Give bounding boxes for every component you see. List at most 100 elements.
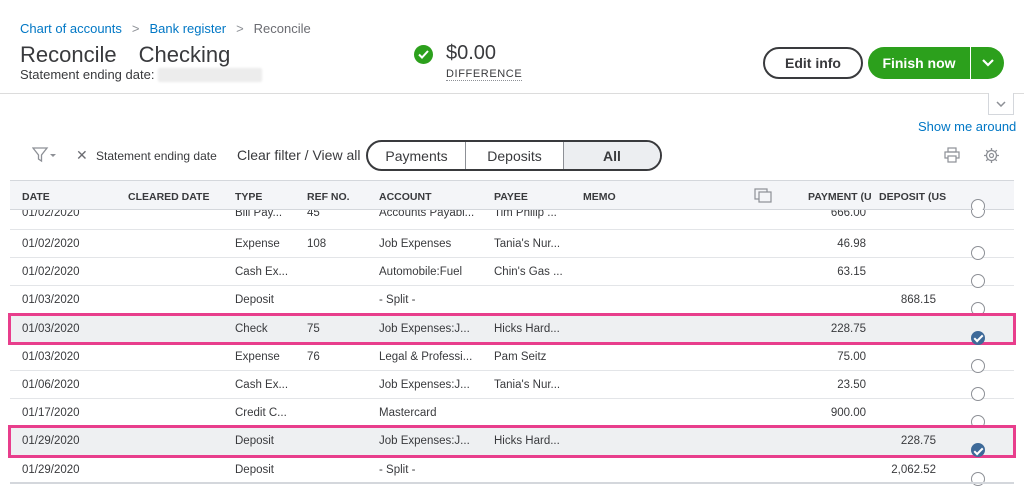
row-date: 01/03/2020 bbox=[22, 294, 80, 307]
finish-now-button[interactable]: Finish now bbox=[868, 47, 970, 79]
collapse-header-toggle[interactable] bbox=[988, 93, 1014, 115]
check-circle-icon bbox=[414, 45, 433, 64]
row-account: Job Expenses:J... bbox=[379, 435, 470, 448]
row-type: Check bbox=[235, 322, 268, 335]
table-body: 01/02/2020 Bill Pay... 45 Accounts Payabl..… bbox=[8, 210, 1016, 486]
transaction-type-toggle: Payments Deposits All bbox=[366, 140, 662, 171]
row-account: Legal & Professi... bbox=[379, 350, 473, 363]
row-payee: Tania's Nur... bbox=[494, 378, 561, 391]
row-account: Job Expenses:J... bbox=[379, 322, 470, 335]
row-account: Job Expenses bbox=[379, 238, 452, 250]
close-icon[interactable]: ✕ bbox=[76, 147, 88, 164]
tab-deposits[interactable]: Deposits bbox=[466, 142, 564, 169]
reconcile-table: DATE CLEARED DATE TYPE REF NO. ACCOUNT P… bbox=[8, 180, 1016, 486]
page-title: Reconcile Checking bbox=[20, 42, 230, 68]
column-cleared-date[interactable]: CLEARED DATE bbox=[128, 191, 209, 203]
table-row[interactable]: 01/03/2020 Expense 76 Legal & Professi... Pa… bbox=[10, 343, 1014, 373]
column-type[interactable]: TYPE bbox=[235, 191, 262, 203]
table-row[interactable]: 01/17/2020 Credit C... Mastercard 900.00 bbox=[10, 399, 1014, 430]
table-row[interactable]: 01/02/2020 Expense 108 Job Expenses Tania's … bbox=[10, 230, 1014, 260]
row-payment: 228.75 bbox=[830, 322, 866, 335]
breadcrumb-chart-of-accounts[interactable]: Chart of accounts bbox=[20, 21, 122, 36]
breadcrumb-current: Reconcile bbox=[253, 21, 311, 36]
row-date: 01/03/2020 bbox=[22, 322, 80, 335]
chevron-down-icon bbox=[981, 59, 994, 67]
row-type: Deposit bbox=[235, 463, 274, 476]
tab-payments[interactable]: Payments bbox=[368, 142, 466, 169]
cleared-checkbox[interactable] bbox=[971, 435, 985, 458]
row-date: 01/03/2020 bbox=[22, 350, 80, 363]
row-payment: 900.00 bbox=[830, 407, 866, 420]
table-row[interactable]: 01/03/2020 Check 75 Job Expenses:J... Hicks … bbox=[8, 312, 1016, 345]
account-name: Checking bbox=[138, 42, 231, 67]
column-date[interactable]: DATE bbox=[22, 191, 50, 203]
table-bottom-border bbox=[10, 482, 1014, 484]
row-date: 01/02/2020 bbox=[22, 238, 80, 250]
statement-ending-date-label: Statement ending date: bbox=[20, 67, 155, 82]
row-account: Accounts Payabl... bbox=[379, 210, 475, 219]
cleared-checkbox[interactable] bbox=[971, 323, 985, 345]
clear-filter-link[interactable]: Clear filter / View all bbox=[237, 147, 360, 163]
difference-amount: $0.00 bbox=[446, 42, 497, 64]
table-row[interactable]: 01/02/2020 Cash Ex... Automobile:Fuel Chin'… bbox=[10, 258, 1014, 289]
header-divider bbox=[0, 93, 1024, 94]
edit-info-button[interactable]: Edit info bbox=[763, 47, 863, 79]
filter-icon[interactable] bbox=[31, 146, 58, 164]
print-icon[interactable] bbox=[944, 147, 960, 168]
column-ref-no[interactable]: REF NO. bbox=[307, 191, 350, 203]
row-date: 01/02/2020 bbox=[22, 210, 80, 219]
show-me-around-link[interactable]: Show me around bbox=[918, 119, 1016, 134]
row-account: - Split - bbox=[379, 463, 416, 476]
chevron-down-icon bbox=[996, 100, 1006, 107]
row-type: Deposit bbox=[235, 294, 274, 307]
gear-icon[interactable] bbox=[983, 147, 1000, 169]
radio-icon bbox=[971, 210, 985, 218]
column-payment[interactable]: PAYMENT (U bbox=[808, 191, 872, 203]
table-row[interactable]: 01/29/2020 Deposit - Split - 2,062.52 bbox=[10, 456, 1014, 486]
row-ref-no: 45 bbox=[307, 210, 320, 219]
row-type: Expense bbox=[235, 350, 280, 363]
table-row[interactable]: 01/29/2020 Deposit Job Expenses:J... Hicks … bbox=[8, 425, 1016, 458]
breadcrumb-bank-register[interactable]: Bank register bbox=[149, 21, 226, 36]
row-date: 01/29/2020 bbox=[22, 435, 80, 448]
column-memo[interactable]: MEMO bbox=[583, 191, 616, 203]
row-type: Cash Ex... bbox=[235, 266, 289, 279]
tab-all[interactable]: All bbox=[564, 142, 660, 169]
row-payee: Pam Seitz bbox=[494, 350, 547, 363]
breadcrumb-separator: > bbox=[131, 21, 140, 36]
row-date: 01/06/2020 bbox=[22, 378, 80, 391]
column-deposit[interactable]: DEPOSIT (US bbox=[879, 191, 946, 203]
row-payee: Tim Philip ... bbox=[494, 210, 557, 219]
row-date: 01/17/2020 bbox=[22, 407, 80, 420]
column-payee[interactable]: PAYEE bbox=[494, 191, 528, 203]
breadcrumb: Chart of accounts > Bank register > Reco… bbox=[20, 21, 311, 36]
table-header: DATE CLEARED DATE TYPE REF NO. ACCOUNT P… bbox=[10, 180, 1014, 213]
row-type: Bill Pay... bbox=[235, 210, 283, 219]
row-payee: Hicks Hard... bbox=[494, 322, 560, 335]
copy-columns-icon[interactable] bbox=[754, 188, 772, 206]
finish-options-dropdown[interactable] bbox=[971, 47, 1004, 79]
row-ref-no: 108 bbox=[307, 238, 327, 250]
row-date: 01/02/2020 bbox=[22, 266, 80, 279]
row-type: Expense bbox=[235, 238, 280, 250]
table-row[interactable]: 01/02/2020 Bill Pay... 45 Accounts Payabl..… bbox=[10, 210, 1014, 230]
row-payee: Hicks Hard... bbox=[494, 435, 560, 448]
row-payment: 63.15 bbox=[837, 266, 866, 279]
row-ref-no: 75 bbox=[307, 322, 320, 335]
statement-ending-date-redacted bbox=[158, 67, 263, 82]
page-title-text: Reconcile bbox=[20, 42, 117, 67]
row-ref-no: 76 bbox=[307, 350, 320, 363]
row-deposit: 2,062.52 bbox=[891, 463, 936, 476]
row-account: Job Expenses:J... bbox=[379, 378, 470, 391]
difference-label[interactable]: DIFFERENCE bbox=[446, 68, 523, 81]
column-account[interactable]: ACCOUNT bbox=[379, 191, 432, 203]
row-type: Credit C... bbox=[235, 407, 287, 420]
filter-chip-statement-ending-date: Statement ending date bbox=[96, 149, 217, 163]
table-row[interactable]: 01/06/2020 Cash Ex... Job Expenses:J... Tan… bbox=[10, 371, 1014, 401]
row-payee: Chin's Gas ... bbox=[494, 266, 563, 279]
breadcrumb-separator: > bbox=[236, 21, 244, 36]
row-payee: Tania's Nur... bbox=[494, 238, 561, 250]
row-deposit: 868.15 bbox=[900, 294, 936, 307]
row-account: - Split - bbox=[379, 294, 416, 307]
table-row[interactable]: 01/03/2020 Deposit - Split - 868.15 bbox=[10, 286, 1014, 317]
